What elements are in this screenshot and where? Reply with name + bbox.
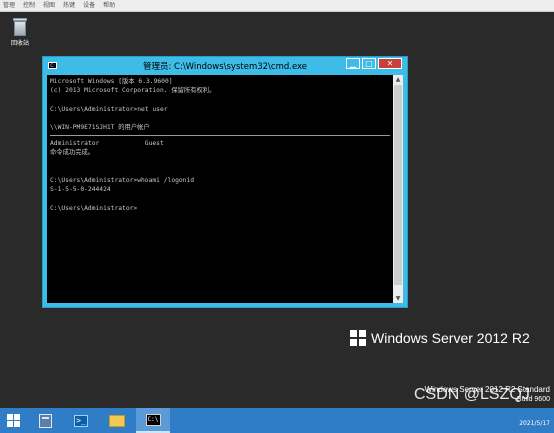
scroll-down-arrow-icon[interactable]: ▼ bbox=[393, 294, 403, 303]
vm-menu-help[interactable]: 帮助 bbox=[103, 0, 115, 12]
product-name: Windows Server 2012 R2 bbox=[371, 330, 530, 346]
powershell-icon: >_ bbox=[74, 414, 88, 427]
console-output[interactable]: Microsoft Windows [版本 6.3.9600] (c) 2013… bbox=[47, 75, 393, 303]
taskbar-server-manager[interactable] bbox=[28, 408, 62, 433]
scrollbar-thumb[interactable] bbox=[394, 85, 402, 285]
recycle-bin-icon bbox=[13, 18, 27, 36]
recycle-bin[interactable]: 回收站 bbox=[5, 18, 35, 47]
vm-menu-hotkey[interactable]: 热键 bbox=[63, 0, 75, 12]
cmd-titlebar[interactable]: C: 管理员: C:\Windows\system32\cmd.exe ▁ □ … bbox=[43, 57, 407, 75]
taskbar: >_ C:\ 2021/5/17 bbox=[0, 408, 554, 433]
watermark: CSDN @LSZQJ bbox=[414, 386, 530, 403]
windows-logo-icon bbox=[350, 330, 366, 346]
vm-menu-devices[interactable]: 设备 bbox=[83, 0, 95, 12]
cmd-window[interactable]: C: 管理员: C:\Windows\system32\cmd.exe ▁ □ … bbox=[42, 56, 408, 308]
desktop: 回收站 C: 管理员: C:\Windows\system32\cmd.exe … bbox=[0, 12, 554, 408]
start-button[interactable] bbox=[0, 408, 26, 433]
console-separator bbox=[50, 135, 390, 137]
console-text-top: Microsoft Windows [版本 6.3.9600] (c) 2013… bbox=[50, 78, 216, 132]
tray-date[interactable]: 2021/5/17 bbox=[519, 420, 550, 427]
maximize-button[interactable]: □ bbox=[362, 58, 376, 69]
console-text-bottom: Administrator Guest 命令成功完成。 C:\Users\Adm… bbox=[50, 140, 195, 212]
folder-icon bbox=[109, 414, 125, 427]
os-branding: Windows Server 2012 R2 bbox=[350, 330, 530, 346]
server-manager-icon bbox=[38, 413, 52, 428]
cmd-icon: C:\ bbox=[145, 413, 161, 426]
vm-menu-view[interactable]: 视图 bbox=[43, 0, 55, 12]
vm-menu-manage[interactable]: 管理 bbox=[3, 0, 15, 12]
scroll-up-arrow-icon[interactable]: ▲ bbox=[393, 75, 403, 84]
window-controls: ▁ □ ✕ bbox=[344, 58, 402, 69]
recycle-bin-label: 回收站 bbox=[10, 40, 29, 47]
vm-menu-bar: 管理 控制 视图 热键 设备 帮助 bbox=[0, 0, 554, 12]
taskbar-file-explorer[interactable] bbox=[100, 408, 134, 433]
taskbar-powershell[interactable]: >_ bbox=[64, 408, 98, 433]
taskbar-cmd[interactable]: C:\ bbox=[136, 408, 170, 433]
minimize-button[interactable]: ▁ bbox=[346, 58, 360, 69]
console-scrollbar[interactable]: ▲ ▼ bbox=[393, 75, 403, 303]
vm-menu-control[interactable]: 控制 bbox=[23, 0, 35, 12]
start-windows-icon bbox=[6, 414, 20, 427]
close-button[interactable]: ✕ bbox=[378, 58, 402, 69]
